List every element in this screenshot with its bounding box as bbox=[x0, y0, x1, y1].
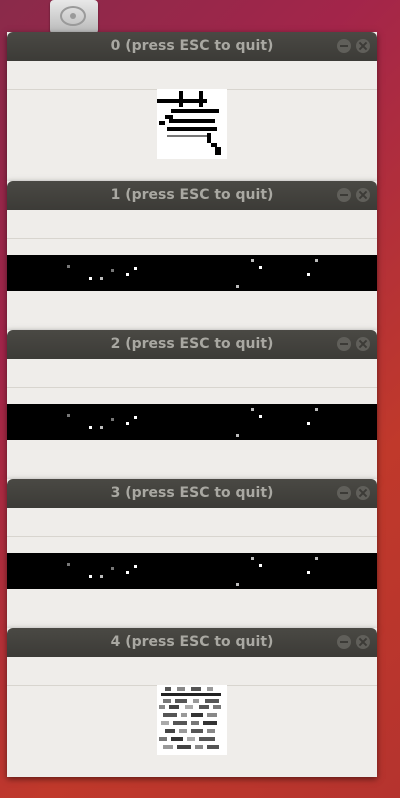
window-3: 3 (press ESC to quit) bbox=[7, 479, 377, 628]
pixel-dot bbox=[315, 259, 318, 262]
pixel-dot bbox=[67, 414, 70, 417]
pixel-dot bbox=[236, 285, 239, 288]
window-1-titlebar[interactable]: 1 (press ESC to quit) bbox=[7, 181, 377, 210]
window-3-toolbar-secondary bbox=[7, 536, 377, 554]
pixel-dot bbox=[126, 273, 129, 276]
window-4: 4 (press ESC to quit) bbox=[7, 628, 377, 777]
minimize-icon[interactable] bbox=[337, 486, 351, 500]
window-0-title: 0 (press ESC to quit) bbox=[110, 38, 274, 54]
pixel-dot bbox=[67, 265, 70, 268]
window-4-titlebar[interactable]: 4 (press ESC to quit) bbox=[7, 628, 377, 657]
dark-strip-image bbox=[7, 404, 377, 440]
window-3-toolbar bbox=[7, 508, 377, 537]
pixel-dot bbox=[236, 434, 239, 437]
window-3-titlebar[interactable]: 3 (press ESC to quit) bbox=[7, 479, 377, 508]
pixel-dot bbox=[111, 269, 114, 272]
pixel-dot bbox=[111, 567, 114, 570]
pixel-dot bbox=[100, 277, 103, 280]
minimize-icon[interactable] bbox=[337, 635, 351, 649]
close-icon[interactable] bbox=[356, 486, 370, 500]
pixel-dot bbox=[259, 266, 262, 269]
close-icon[interactable] bbox=[356, 188, 370, 202]
pixel-dot bbox=[251, 408, 254, 411]
pixel-dot bbox=[100, 575, 103, 578]
window-3-title: 3 (press ESC to quit) bbox=[110, 485, 274, 501]
dark-strip-image bbox=[7, 553, 377, 589]
window-1-title: 1 (press ESC to quit) bbox=[110, 187, 274, 203]
pixel-dot bbox=[134, 267, 137, 270]
close-icon[interactable] bbox=[356, 635, 370, 649]
window-2-toolbar bbox=[7, 359, 377, 388]
pixel-dot bbox=[100, 426, 103, 429]
pixel-dot bbox=[89, 277, 92, 280]
window-0: 0 (press ESC to quit) bbox=[7, 32, 377, 181]
window-1: 1 (press ESC to quit) bbox=[7, 181, 377, 330]
window-2-title: 2 (press ESC to quit) bbox=[110, 336, 274, 352]
minimize-icon[interactable] bbox=[337, 188, 351, 202]
symbol-image bbox=[157, 89, 227, 159]
disc-shape bbox=[60, 6, 86, 26]
window-0-toolbar bbox=[7, 61, 377, 90]
dark-strip-image bbox=[7, 255, 377, 291]
pixel-dot bbox=[307, 273, 310, 276]
pixel-dot bbox=[251, 557, 254, 560]
pixel-dot bbox=[259, 415, 262, 418]
minimize-icon[interactable] bbox=[337, 337, 351, 351]
pixel-dot bbox=[307, 571, 310, 574]
noise-graphic bbox=[157, 685, 227, 755]
pixel-dot bbox=[126, 422, 129, 425]
minimize-icon[interactable] bbox=[337, 39, 351, 53]
window-2-toolbar-secondary bbox=[7, 387, 377, 405]
pixel-dot bbox=[126, 571, 129, 574]
window-1-toolbar-secondary bbox=[7, 238, 377, 256]
pixel-dot bbox=[111, 418, 114, 421]
pixel-dot bbox=[134, 565, 137, 568]
pixel-dot bbox=[315, 408, 318, 411]
pixel-dot bbox=[307, 422, 310, 425]
pixel-dot bbox=[259, 564, 262, 567]
noise-image bbox=[157, 685, 227, 755]
pixel-dot bbox=[251, 259, 254, 262]
window-2-titlebar[interactable]: 2 (press ESC to quit) bbox=[7, 330, 377, 359]
window-1-toolbar bbox=[7, 210, 377, 239]
close-icon[interactable] bbox=[356, 39, 370, 53]
pixel-dot bbox=[236, 583, 239, 586]
pixel-dot bbox=[315, 557, 318, 560]
drive-icon[interactable] bbox=[50, 0, 98, 34]
pixel-dot bbox=[67, 563, 70, 566]
window-0-titlebar[interactable]: 0 (press ESC to quit) bbox=[7, 32, 377, 61]
pixel-dot bbox=[134, 416, 137, 419]
window-4-toolbar bbox=[7, 657, 377, 686]
window-2: 2 (press ESC to quit) bbox=[7, 330, 377, 479]
close-icon[interactable] bbox=[356, 337, 370, 351]
symbol-graphic bbox=[157, 91, 221, 155]
pixel-dot bbox=[89, 575, 92, 578]
pixel-dot bbox=[89, 426, 92, 429]
window-4-title: 4 (press ESC to quit) bbox=[110, 634, 274, 650]
